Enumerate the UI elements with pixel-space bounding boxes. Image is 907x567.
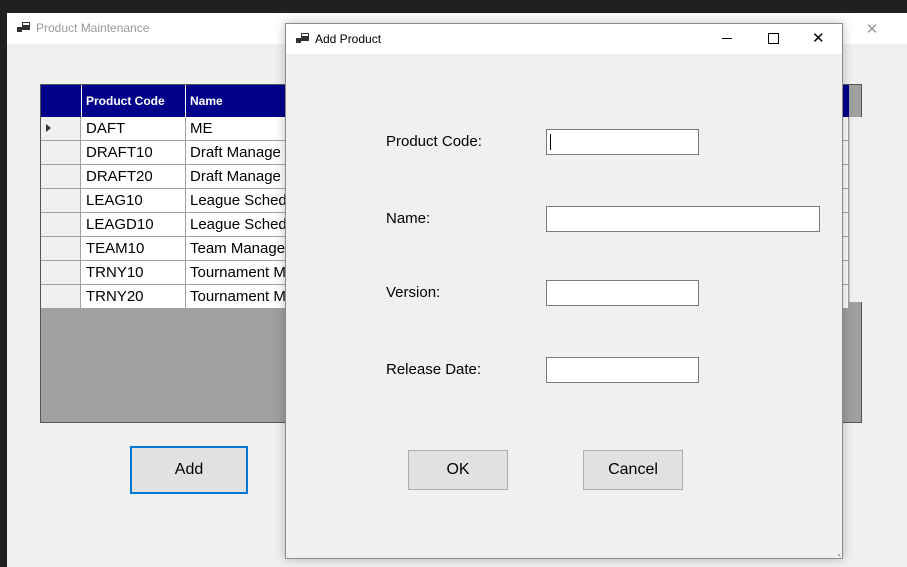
maximize-icon bbox=[768, 33, 779, 44]
row-header[interactable] bbox=[41, 237, 81, 260]
maximize-button[interactable] bbox=[750, 24, 796, 54]
cell-product-code[interactable]: LEAGD10 bbox=[82, 213, 186, 236]
cell-product-code[interactable]: TRNY20 bbox=[82, 285, 186, 308]
app-window-icon bbox=[296, 33, 309, 43]
version-label: Version: bbox=[386, 284, 441, 301]
row-header[interactable] bbox=[41, 213, 81, 236]
cell-product-code[interactable]: DRAFT20 bbox=[82, 165, 186, 188]
cell-product-code[interactable]: TRNY10 bbox=[82, 261, 186, 284]
main-window-title: Product Maintenance bbox=[36, 21, 150, 35]
close-button[interactable]: ✕ bbox=[796, 24, 842, 54]
current-row-arrow-icon bbox=[46, 124, 51, 132]
row-header[interactable] bbox=[41, 141, 81, 164]
grid-vertical-scrollbar[interactable] bbox=[849, 117, 862, 302]
release-date-field[interactable] bbox=[546, 357, 699, 383]
ok-button[interactable]: OK bbox=[408, 450, 508, 490]
dialog-title: Add Product bbox=[315, 32, 382, 46]
cancel-button[interactable]: Cancel bbox=[583, 450, 683, 490]
row-header[interactable] bbox=[41, 189, 81, 212]
add-product-dialog: Add Product ✕ Product Code: Name: Versio… bbox=[285, 23, 843, 559]
cell-product-code[interactable]: LEAG10 bbox=[82, 189, 186, 212]
cell-product-code[interactable]: DRAFT10 bbox=[82, 141, 186, 164]
dialog-titlebar[interactable]: Add Product ✕ bbox=[286, 24, 842, 54]
add-button[interactable]: Add bbox=[130, 446, 248, 494]
product-code-label: Product Code: bbox=[386, 133, 482, 150]
cell-product-code[interactable]: DAFT bbox=[82, 117, 186, 140]
grid-header-corner[interactable] bbox=[41, 85, 82, 117]
cell-product-code[interactable]: TEAM10 bbox=[82, 237, 186, 260]
close-icon: ✕ bbox=[812, 29, 825, 47]
minimize-icon bbox=[722, 38, 732, 39]
text-caret bbox=[550, 134, 551, 150]
column-header-product-code[interactable]: Product Code bbox=[82, 85, 186, 117]
product-code-field[interactable] bbox=[546, 129, 699, 155]
release-date-label: Release Date: bbox=[386, 361, 482, 378]
minimize-button[interactable] bbox=[704, 24, 750, 54]
main-close-icon[interactable]: ✕ bbox=[862, 19, 882, 39]
resize-grip-icon[interactable] bbox=[836, 552, 840, 556]
name-label: Name: bbox=[386, 210, 431, 227]
name-field[interactable] bbox=[546, 206, 820, 232]
version-field[interactable] bbox=[546, 280, 699, 306]
row-header[interactable] bbox=[41, 285, 81, 308]
row-header[interactable] bbox=[41, 117, 81, 140]
row-header[interactable] bbox=[41, 261, 81, 284]
app-window-icon bbox=[17, 22, 30, 32]
row-header[interactable] bbox=[41, 165, 81, 188]
